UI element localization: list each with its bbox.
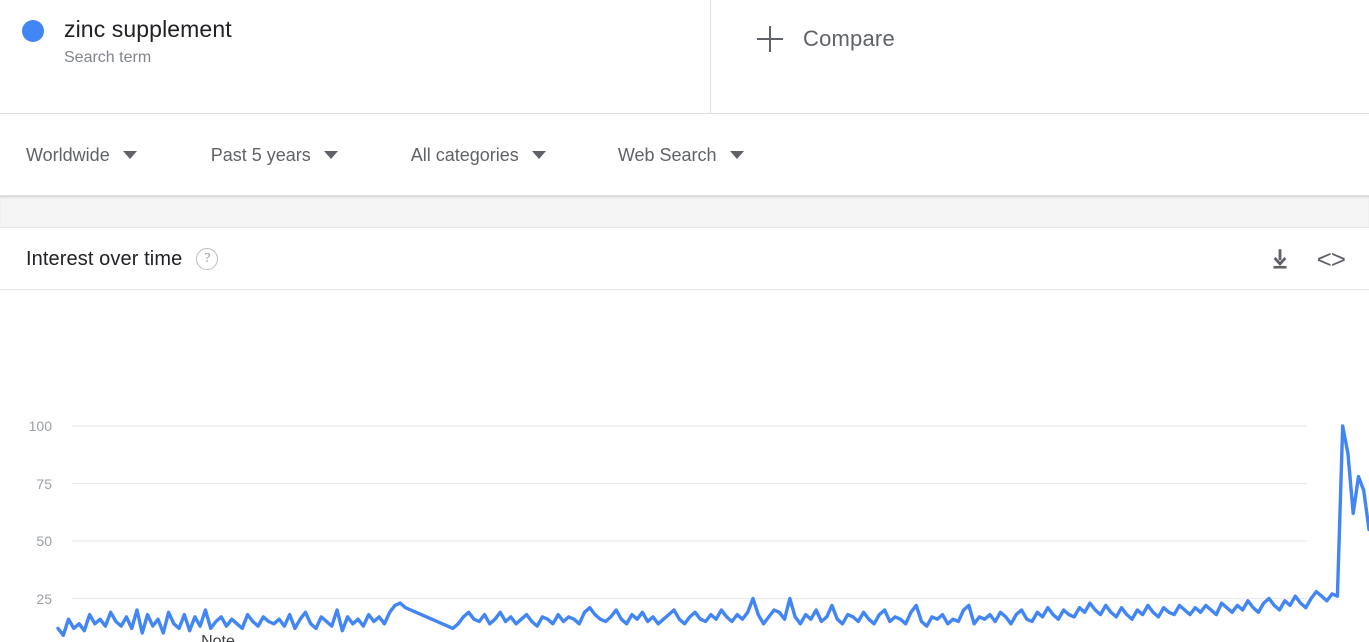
- interest-over-time-header: Interest over time ? <>: [0, 228, 1369, 290]
- y-axis-tick: 100: [6, 419, 52, 433]
- filter-search-type[interactable]: Web Search: [618, 144, 744, 166]
- filter-category[interactable]: All categories: [411, 144, 546, 166]
- download-icon: [1267, 246, 1293, 272]
- filter-category-label: All categories: [411, 144, 519, 166]
- filter-time-range[interactable]: Past 5 years: [211, 144, 338, 166]
- chevron-down-icon: [730, 151, 744, 159]
- compare-label: Compare: [803, 26, 895, 52]
- filter-bar: Worldwide Past 5 years All categories We…: [0, 114, 1369, 196]
- question-mark-icon[interactable]: ?: [196, 248, 218, 270]
- google-trends-page: zinc supplement Search term Compare Worl…: [0, 0, 1369, 642]
- series-color-dot: [22, 20, 44, 42]
- trend-line: [58, 426, 1369, 635]
- download-button[interactable]: [1267, 246, 1317, 272]
- note-annotation-label: Note: [201, 633, 235, 642]
- filter-time-range-label: Past 5 years: [211, 144, 311, 166]
- search-term-header: zinc supplement Search term Compare: [0, 0, 1369, 114]
- search-term-subtitle: Search term: [64, 46, 232, 70]
- chevron-down-icon: [123, 151, 137, 159]
- chart-title: Interest over time: [26, 246, 182, 272]
- filter-location-label: Worldwide: [26, 144, 110, 166]
- chevron-down-icon: [324, 151, 338, 159]
- chart-gridlines: [72, 426, 1307, 599]
- embed-button[interactable]: <>: [1317, 246, 1345, 272]
- plus-icon: [757, 26, 783, 52]
- chevron-down-icon: [532, 151, 546, 159]
- y-axis: 100 75 50 25: [0, 290, 52, 642]
- section-separator-band: [0, 196, 1369, 228]
- chart-svg: [0, 290, 1369, 642]
- compare-button[interactable]: Compare: [711, 0, 1369, 113]
- y-axis-tick: 50: [6, 534, 52, 548]
- search-term-card[interactable]: zinc supplement Search term: [0, 0, 711, 113]
- embed-code-icon: <>: [1317, 246, 1345, 272]
- y-axis-tick: 75: [6, 477, 52, 491]
- filter-search-type-label: Web Search: [618, 144, 717, 166]
- interest-over-time-chart: 100 75 50 25 Note May 31, 2… Dec 4, 2016…: [0, 290, 1369, 642]
- y-axis-tick: 25: [6, 592, 52, 606]
- filter-location[interactable]: Worldwide: [26, 144, 137, 166]
- search-term-title: zinc supplement: [64, 14, 232, 44]
